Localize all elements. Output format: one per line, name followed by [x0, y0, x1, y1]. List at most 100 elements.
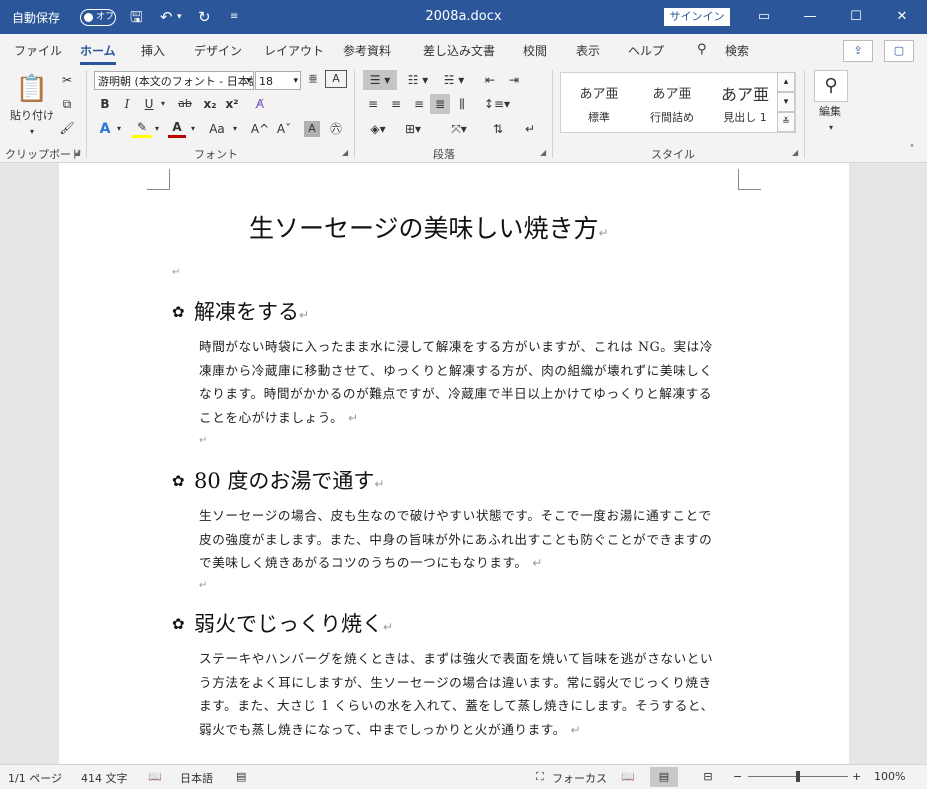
change-case-button[interactable]: Aa: [204, 119, 230, 139]
numbering-button[interactable]: ☷ ▾: [402, 70, 434, 90]
read-mode-icon[interactable]: 📖: [614, 767, 642, 787]
signin-button[interactable]: サインイン: [664, 8, 730, 26]
proofing-icon[interactable]: 📖: [148, 770, 162, 783]
tab-design[interactable]: デザイン: [194, 42, 242, 59]
font-color-dropdown-icon[interactable]: ▾: [188, 119, 198, 139]
highlight-icon[interactable]: ✎: [132, 119, 152, 138]
focus-mode-button[interactable]: フォーカス: [552, 770, 607, 786]
paste-icon[interactable]: 📋: [10, 72, 54, 106]
collapse-ribbon-icon[interactable]: ˄: [905, 140, 919, 160]
paste-dropdown-icon[interactable]: ▾: [26, 122, 38, 142]
bullets-button[interactable]: ☰ ▾: [363, 70, 397, 90]
document-page[interactable]: 生ソーセージの美味しい焼き方↵ ↵ ✿ 解凍をする↵ 時間がない時袋に入ったまま水…: [59, 163, 849, 764]
section-heading-text: 80 度のお湯で通す: [194, 469, 375, 493]
style-name: 標準: [588, 111, 610, 124]
paragraph-launcher-icon[interactable]: ◢: [540, 148, 546, 157]
align-left-icon[interactable]: ≡: [363, 94, 383, 114]
character-shading-button[interactable]: A: [304, 121, 320, 137]
format-painter-icon[interactable]: 🖌: [58, 118, 76, 138]
decrease-indent-icon[interactable]: ⇤: [480, 70, 500, 90]
styles-scroll-down-icon[interactable]: ▾: [777, 92, 795, 112]
distribute-icon[interactable]: ⫼: [452, 94, 472, 114]
section-heading-text: 弱火でじっくり焼く: [194, 612, 383, 636]
clipboard-group-label: クリップボード: [5, 148, 82, 161]
print-layout-icon[interactable]: ▤: [650, 767, 678, 787]
find-icon[interactable]: ⚲: [814, 70, 848, 102]
cut-icon[interactable]: ✂: [58, 70, 76, 90]
font-size-combo[interactable]: 18 ▾: [255, 71, 301, 90]
ribbon-display-icon[interactable]: ▭: [746, 4, 782, 30]
minimize-icon[interactable]: —: [792, 4, 828, 30]
strikethrough-button[interactable]: ab: [174, 94, 196, 114]
sort-icon[interactable]: ⇅: [488, 119, 508, 139]
paragraph-mark: ↵: [348, 410, 359, 425]
shrink-font-button[interactable]: Aˇ: [274, 119, 294, 139]
style-name: 見出し 1: [723, 111, 767, 124]
bold-button[interactable]: B: [96, 94, 114, 114]
underline-button[interactable]: U: [140, 94, 158, 114]
align-right-icon[interactable]: ≡: [409, 94, 429, 114]
subscript-button[interactable]: x₂: [200, 94, 220, 114]
show-marks-icon[interactable]: ↵: [520, 119, 540, 139]
clear-formatting-icon[interactable]: A̸: [250, 94, 270, 114]
style-heading-1[interactable]: あア亜 見出し 1: [707, 73, 783, 130]
clipboard-launcher-icon[interactable]: ◢: [74, 148, 80, 157]
word-count[interactable]: 414 文字: [81, 770, 128, 786]
font-launcher-icon[interactable]: ◢: [342, 148, 348, 157]
increase-indent-icon[interactable]: ⇥: [504, 70, 524, 90]
editing-dropdown-icon[interactable]: ▾: [825, 118, 837, 138]
multilevel-list-button[interactable]: ☵ ▾: [438, 70, 470, 90]
italic-button[interactable]: I: [118, 94, 136, 114]
grow-font-button[interactable]: A^: [250, 119, 270, 139]
borders-button[interactable]: ⊞▾: [398, 119, 428, 139]
tab-file[interactable]: ファイル: [14, 42, 62, 59]
accessibility-icon[interactable]: ▤: [236, 770, 246, 783]
maximize-icon[interactable]: ☐: [838, 4, 874, 30]
enclose-characters-icon[interactable]: ㊅: [326, 119, 346, 139]
tab-layout[interactable]: レイアウト: [264, 42, 324, 59]
styles-launcher-icon[interactable]: ◢: [792, 148, 798, 157]
superscript-button[interactable]: x²: [222, 94, 242, 114]
align-center-icon[interactable]: ≡: [386, 94, 406, 114]
search-label[interactable]: 検索: [725, 42, 749, 59]
shading-button[interactable]: ◈▾: [363, 119, 393, 139]
web-layout-icon[interactable]: ⊟: [694, 767, 722, 787]
font-name-combo[interactable]: 游明朝 (本文のフォント - 日本語) ▾: [94, 71, 254, 90]
focus-icon[interactable]: ⛶: [536, 770, 544, 784]
styles-more-icon[interactable]: ≚: [777, 112, 795, 132]
zoom-slider-thumb[interactable]: [796, 771, 800, 782]
tab-view[interactable]: 表示: [576, 42, 600, 59]
zoom-out-icon[interactable]: −: [733, 770, 742, 783]
text-effects-button[interactable]: A: [96, 119, 114, 139]
tab-home[interactable]: ホーム: [80, 42, 116, 65]
style-preview: あア亜: [720, 85, 769, 104]
comments-icon[interactable]: ▢: [884, 40, 914, 62]
text-effects-dropdown-icon[interactable]: ▾: [114, 119, 124, 139]
tab-insert[interactable]: 挿入: [141, 42, 165, 59]
font-color-button[interactable]: A: [168, 119, 186, 138]
zoom-level[interactable]: 100%: [874, 770, 905, 783]
page-count[interactable]: 1/1 ページ: [8, 770, 62, 786]
style-no-spacing[interactable]: あア亜 行間詰め: [634, 73, 710, 130]
search-icon[interactable]: ⚲: [697, 42, 707, 57]
zoom-in-icon[interactable]: +: [852, 770, 861, 783]
paragraph-mark: ↵: [199, 580, 208, 591]
language-indicator[interactable]: 日本語: [180, 770, 213, 786]
style-normal[interactable]: あア亜 標準: [561, 73, 637, 130]
character-border-icon[interactable]: A: [325, 70, 347, 88]
underline-dropdown-icon[interactable]: ▾: [158, 94, 168, 114]
phonetic-guide-icon[interactable]: 亜: [305, 70, 321, 90]
styles-scroll-up-icon[interactable]: ▴: [777, 72, 795, 92]
close-icon[interactable]: ✕: [884, 4, 920, 30]
change-case-dropdown-icon[interactable]: ▾: [230, 119, 240, 139]
tab-mailings[interactable]: 差し込み文書: [423, 42, 495, 59]
line-spacing-button[interactable]: ↕≡▾: [480, 94, 514, 114]
share-icon[interactable]: ⇪: [843, 40, 873, 62]
tab-references[interactable]: 参考資料: [343, 42, 391, 59]
tab-review[interactable]: 校閲: [523, 42, 547, 59]
copy-icon[interactable]: ⧉: [58, 94, 76, 114]
tab-help[interactable]: ヘルプ: [628, 42, 664, 59]
asian-layout-button[interactable]: ⤧▾: [444, 119, 474, 139]
justify-icon[interactable]: ≣: [430, 94, 450, 114]
highlight-dropdown-icon[interactable]: ▾: [152, 119, 162, 139]
